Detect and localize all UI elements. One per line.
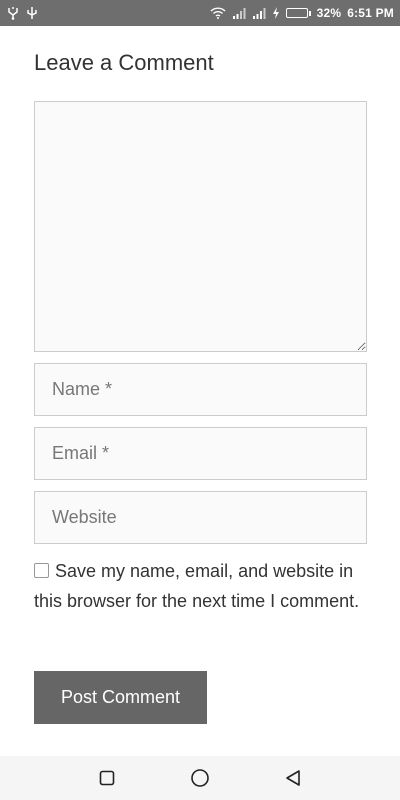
name-field[interactable] [34,363,367,416]
status-bar: 32% 6:51 PM [0,0,400,26]
battery-percent: 32% [316,6,342,20]
post-comment-button[interactable]: Post Comment [34,671,207,724]
website-field[interactable] [34,491,367,544]
status-left-icons [6,6,38,20]
wifi-icon [210,7,226,19]
consent-checkbox[interactable] [34,563,49,578]
page-title: Leave a Comment [34,50,214,75]
navigation-bar [0,756,400,800]
charging-icon [272,7,280,19]
battery-icon [285,8,311,18]
recent-apps-icon[interactable] [92,763,122,793]
consent-row: Save my name, email, and website in this… [34,556,374,616]
signal-icon-2 [252,7,266,19]
email-field[interactable] [34,427,367,480]
comment-textarea[interactable] [34,101,367,352]
signal-icon [232,7,246,19]
status-right-icons: 32% 6:51 PM [210,6,394,20]
back-icon[interactable] [278,763,308,793]
clock: 6:51 PM [347,6,394,20]
usb-debug-icon [26,6,38,20]
usb-icon [6,6,20,20]
home-icon[interactable] [185,763,215,793]
consent-label: Save my name, email, and website in this… [34,561,360,611]
